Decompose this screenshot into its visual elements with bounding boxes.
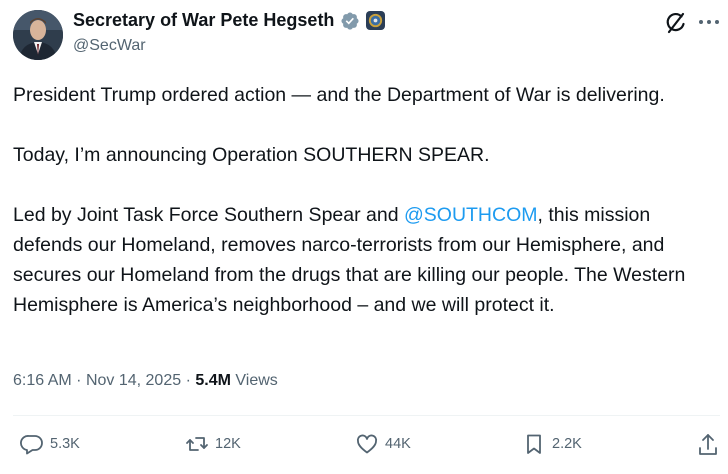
mention-link[interactable]: @SOUTHCOM xyxy=(404,204,538,226)
post-time[interactable]: 6:16 AM xyxy=(13,372,72,389)
views-count[interactable]: 5.4M xyxy=(195,372,231,389)
like-count: 44K xyxy=(385,436,411,452)
like-button[interactable]: 44K xyxy=(355,430,411,458)
reply-icon xyxy=(20,435,43,455)
post-date[interactable]: Nov 14, 2025 xyxy=(86,372,181,389)
bookmark-icon xyxy=(527,434,541,454)
bookmark-count: 2.2K xyxy=(552,436,582,452)
heart-icon xyxy=(356,434,378,454)
post-paragraph-1: President Trump ordered action — and the… xyxy=(13,84,665,106)
post-paragraph-3: Led by Joint Task Force Southern Spear a… xyxy=(13,200,725,320)
paragraph-3-lead: Led by Joint Task Force Southern Spear a… xyxy=(13,204,404,226)
avatar[interactable] xyxy=(13,10,63,60)
bookmark-button[interactable]: 2.2K xyxy=(522,430,582,458)
post-text: President Trump ordered action — and the… xyxy=(13,80,725,320)
reply-button[interactable]: 5.3K xyxy=(20,430,80,458)
repost-icon xyxy=(186,437,208,451)
repost-button[interactable]: 12K xyxy=(185,430,241,458)
meta-separator: · xyxy=(185,372,191,389)
meta-separator: · xyxy=(76,372,82,389)
post-paragraph-2: Today, I’m announcing Operation SOUTHERN… xyxy=(13,144,490,166)
author-handle[interactable]: @SecWar xyxy=(73,37,146,55)
author-display-name[interactable]: Secretary of War Pete Hegseth xyxy=(73,10,334,31)
author-name-row[interactable]: Secretary of War Pete Hegseth xyxy=(73,10,386,31)
views-label: Views xyxy=(235,372,278,389)
grok-icon[interactable] xyxy=(664,11,688,35)
post-metadata: 6:16 AM · Nov 14, 2025 · 5.4M Views xyxy=(13,372,278,390)
divider xyxy=(13,415,720,416)
reply-count: 5.3K xyxy=(50,436,80,452)
share-icon[interactable] xyxy=(696,432,720,458)
more-options-icon[interactable] xyxy=(697,17,721,27)
repost-count: 12K xyxy=(215,436,241,452)
department-of-war-seal-icon[interactable] xyxy=(366,11,386,30)
verified-badge-icon[interactable] xyxy=(340,11,360,31)
